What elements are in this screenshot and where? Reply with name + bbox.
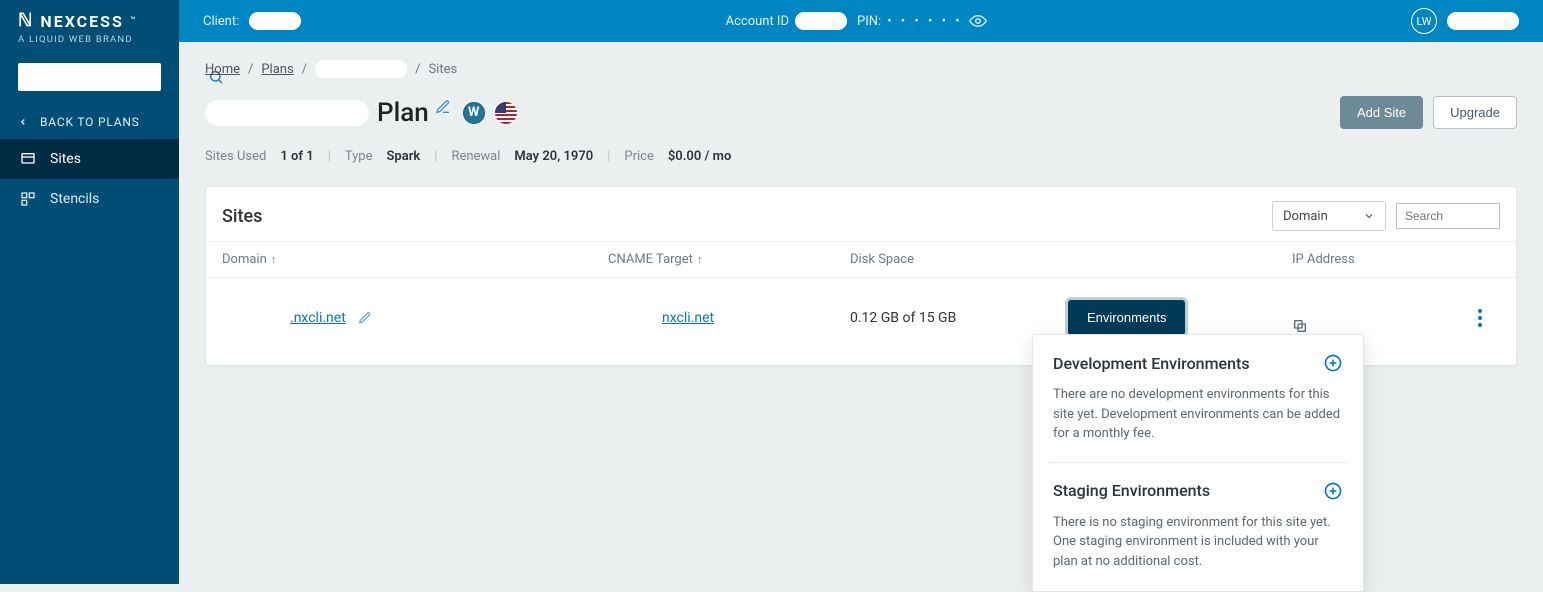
edit-plan-icon[interactable]: [435, 99, 451, 115]
filter-select[interactable]: Domain: [1272, 201, 1386, 231]
pin-mask: • • • • • •: [887, 14, 962, 29]
sidebar-search[interactable]: [18, 63, 161, 91]
topbar: Client: Account ID PIN: • • • • • • LW: [179, 0, 1543, 42]
stg-env-text: There is no staging environment for this…: [1053, 513, 1343, 572]
sidebar-item-label: Stencils: [50, 191, 99, 207]
plan-name-pill: [205, 100, 369, 126]
table-header: Domain ↑ CNAME Target ↑ Disk Space IP Ad…: [206, 241, 1516, 278]
filter-select-label: Domain: [1283, 209, 1328, 224]
breadcrumb-sep: /: [302, 62, 307, 77]
edit-domain-icon[interactable]: [358, 311, 372, 325]
sidebar-item-stencils[interactable]: Stencils: [0, 179, 179, 219]
type-label: Type: [345, 149, 373, 164]
environments-button[interactable]: Environments: [1068, 300, 1185, 335]
sidebar-item-label: Sites: [50, 151, 81, 167]
col-ip-label: IP Address: [1292, 252, 1355, 267]
card-search-input[interactable]: [1396, 203, 1500, 229]
content-area: Home / Plans / / Sites Plan W Add Site U…: [179, 42, 1543, 384]
upgrade-button[interactable]: Upgrade: [1433, 96, 1517, 129]
sites-icon: [20, 151, 36, 167]
sort-asc-icon: ↑: [271, 253, 277, 266]
brand-tagline: A LIQUID WEB BRAND: [18, 34, 161, 45]
user-pill[interactable]: [1447, 12, 1519, 30]
dev-env-title: Development Environments: [1053, 354, 1250, 373]
col-domain-header[interactable]: Domain ↑: [222, 252, 608, 267]
breadcrumb: Home / Plans / / Sites: [205, 60, 1517, 78]
col-disk-header[interactable]: Disk Space: [850, 252, 1068, 267]
row-actions-menu[interactable]: [1460, 309, 1500, 327]
brand-block: ℕ NEXCESS ™ A LIQUID WEB BRAND: [0, 0, 179, 51]
add-site-button[interactable]: Add Site: [1340, 96, 1423, 129]
environments-popover: Development Environments There are no de…: [1032, 334, 1364, 592]
client-value-pill: [249, 12, 301, 30]
renewal-value: May 20, 1970: [514, 149, 593, 164]
popover-divider: [1049, 462, 1347, 463]
breadcrumb-current: Sites: [428, 62, 457, 77]
add-dev-env-icon[interactable]: [1323, 353, 1343, 373]
sidebar-item-sites[interactable]: Sites: [0, 139, 179, 179]
brand-mark-icon: ℕ: [18, 10, 34, 32]
dev-env-text: There are no development environments fo…: [1053, 385, 1343, 444]
price-label: Price: [624, 149, 653, 164]
pin-label: PIN:: [857, 14, 881, 29]
page-heading-row: Plan W Add Site Upgrade: [205, 96, 1517, 129]
breadcrumb-sep: /: [248, 62, 253, 77]
col-ip-header[interactable]: IP Address: [1292, 252, 1460, 267]
disk-space-value: 0.12 GB of 15 GB: [850, 310, 956, 326]
wordpress-icon: W: [463, 102, 485, 124]
meta-sep: |: [607, 149, 610, 164]
plan-title: Plan: [377, 98, 429, 128]
client-label: Client:: [203, 14, 239, 29]
eye-icon[interactable]: [969, 12, 987, 30]
stg-env-heading: Staging Environments: [1053, 481, 1343, 501]
renewal-label: Renewal: [451, 149, 500, 164]
card-title: Sites: [222, 206, 262, 227]
cname-link[interactable]: nxcli.net: [662, 310, 714, 326]
trademark-icon: ™: [130, 16, 136, 26]
avatar[interactable]: LW: [1411, 8, 1437, 34]
brand-name: NEXCESS: [40, 12, 123, 31]
plan-meta-row: Sites Used 1 of 1 | Type Spark | Renewal…: [205, 149, 1517, 164]
table-row: .nxcli.net nxcli.net 0.12 GB of 15 GB En…: [206, 278, 1516, 357]
col-cname-header[interactable]: CNAME Target ↑: [608, 252, 850, 267]
chevron-left-icon: [18, 117, 28, 127]
col-disk-label: Disk Space: [850, 252, 914, 267]
flag-us-icon: [495, 102, 517, 124]
breadcrumb-plan-pill: [315, 60, 407, 78]
breadcrumb-sep: /: [415, 62, 420, 77]
sites-card: Sites Domain Domain ↑: [205, 186, 1517, 366]
sort-asc-icon: ↑: [697, 253, 703, 266]
col-domain-label: Domain: [222, 252, 267, 267]
meta-sep: |: [434, 149, 437, 164]
copy-ip-icon[interactable]: [1292, 318, 1460, 334]
stencils-icon: [20, 191, 36, 207]
sites-used-label: Sites Used: [205, 149, 266, 164]
back-label: BACK TO PLANS: [40, 115, 140, 129]
back-to-plans-link[interactable]: BACK TO PLANS: [0, 105, 179, 139]
breadcrumb-plans[interactable]: Plans: [261, 62, 293, 77]
meta-sep: |: [328, 149, 331, 164]
account-id-value-pill: [795, 12, 847, 30]
domain-link[interactable]: .nxcli.net: [290, 310, 346, 326]
add-stg-env-icon[interactable]: [1323, 481, 1343, 501]
account-id-label: Account ID: [726, 14, 789, 29]
col-cname-label: CNAME Target: [608, 252, 693, 267]
stg-env-title: Staging Environments: [1053, 481, 1210, 500]
chevron-down-icon: [1363, 210, 1375, 222]
price-value: $0.00 / mo: [668, 149, 731, 164]
sites-used-value: 1 of 1: [280, 149, 313, 164]
breadcrumb-home[interactable]: Home: [205, 62, 240, 77]
sidebar: ℕ NEXCESS ™ A LIQUID WEB BRAND BACK TO P…: [0, 0, 179, 584]
type-value: Spark: [386, 149, 420, 164]
dev-env-heading: Development Environments: [1053, 353, 1343, 373]
